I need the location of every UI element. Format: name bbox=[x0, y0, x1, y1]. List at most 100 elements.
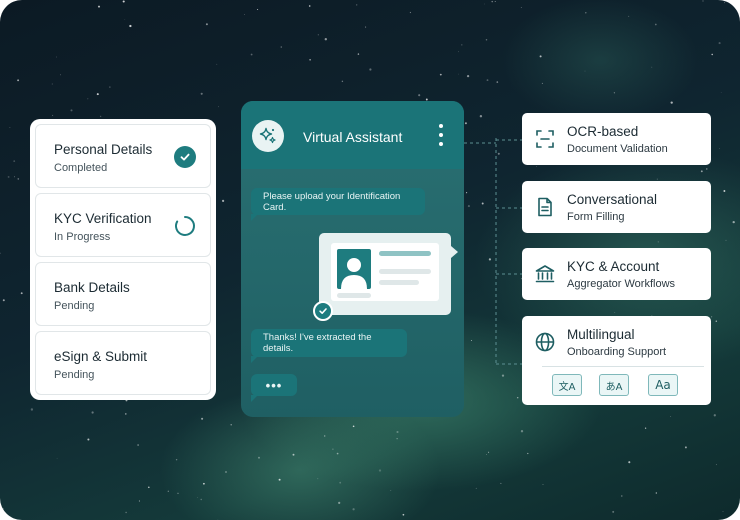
star-dot bbox=[655, 492, 657, 494]
step-title: eSign & Submit bbox=[54, 349, 148, 364]
star-dot bbox=[500, 482, 502, 484]
star-dot bbox=[258, 456, 260, 459]
step-status: Pending bbox=[54, 369, 95, 381]
message-text: Please upload your Identification Card. bbox=[263, 190, 401, 213]
star-dot bbox=[138, 500, 140, 502]
star-dot bbox=[711, 53, 713, 56]
star-dot bbox=[496, 81, 499, 83]
star-dot bbox=[715, 464, 717, 466]
more-options-icon[interactable] bbox=[437, 124, 445, 146]
completed-check-icon bbox=[174, 146, 196, 168]
star-dot bbox=[439, 73, 442, 76]
star-dot bbox=[98, 5, 100, 8]
star-dot bbox=[221, 199, 225, 203]
star-dot bbox=[137, 444, 139, 446]
step-title: KYC Verification bbox=[54, 211, 152, 226]
star-dot bbox=[466, 74, 470, 78]
star-dot bbox=[527, 452, 529, 455]
star-dot bbox=[323, 435, 326, 437]
feature-subtitle: Onboarding Support bbox=[567, 346, 667, 358]
star-dot bbox=[365, 26, 367, 28]
id-card-face bbox=[331, 243, 439, 301]
star-dot bbox=[621, 495, 623, 497]
star-dot bbox=[20, 292, 23, 295]
typing-indicator: ••• bbox=[251, 374, 297, 402]
star-dot bbox=[51, 83, 53, 85]
language-options: 文A あA Aa bbox=[550, 374, 680, 396]
step-kyc-verification[interactable]: KYC Verification In Progress bbox=[35, 193, 211, 257]
star-dot bbox=[409, 11, 411, 14]
star-dot bbox=[613, 92, 616, 94]
star-dot bbox=[317, 478, 319, 480]
star-dot bbox=[612, 510, 615, 513]
feature-title: Conversational bbox=[567, 192, 658, 207]
onboarding-steps-panel: Personal Details Completed KYC Verificat… bbox=[30, 119, 216, 400]
star-dot bbox=[719, 148, 720, 149]
scan-icon bbox=[534, 128, 556, 150]
star-dot bbox=[541, 82, 543, 84]
star-dot bbox=[670, 416, 672, 417]
star-dot bbox=[706, 168, 708, 170]
connector-lines bbox=[464, 138, 522, 365]
star-dot bbox=[55, 56, 57, 58]
font-case-icon[interactable]: Aa bbox=[648, 374, 678, 396]
feature-subtitle: Document Validation bbox=[567, 143, 668, 155]
globe-icon bbox=[534, 331, 556, 353]
star-dot bbox=[491, 0, 493, 3]
step-title: Personal Details bbox=[54, 142, 153, 157]
translate-icon[interactable]: 文A bbox=[552, 374, 582, 396]
star-dot bbox=[628, 461, 631, 464]
star-dot bbox=[700, 170, 703, 173]
star-dot bbox=[7, 175, 10, 178]
star-dot bbox=[336, 452, 339, 455]
message-text: Thanks! I've extracted the details. bbox=[263, 332, 372, 354]
star-dot bbox=[147, 486, 150, 489]
id-text-line bbox=[379, 280, 419, 285]
star-dot bbox=[458, 73, 459, 75]
star-dot bbox=[250, 53, 253, 56]
star-dot bbox=[479, 115, 483, 118]
star-dot bbox=[177, 492, 179, 494]
step-esign-submit[interactable]: eSign & Submit Pending bbox=[35, 331, 211, 395]
star-dot bbox=[60, 74, 61, 76]
star-dot bbox=[657, 241, 659, 243]
id-text-line bbox=[337, 293, 371, 298]
id-text-line bbox=[379, 269, 431, 274]
star-dot bbox=[205, 23, 208, 26]
star-dot bbox=[656, 178, 658, 180]
star-dot bbox=[216, 63, 218, 65]
star-dot bbox=[0, 252, 1, 255]
star-dot bbox=[369, 68, 372, 71]
star-dot bbox=[201, 417, 204, 420]
star-dot bbox=[70, 109, 73, 112]
star-dot bbox=[396, 438, 398, 440]
star-dot bbox=[396, 430, 399, 434]
star-dot bbox=[9, 127, 11, 129]
star-dot bbox=[167, 490, 169, 492]
feature-multilingual: Multilingual Onboarding Support 文A あA Aa bbox=[522, 316, 711, 405]
star-dot bbox=[536, 166, 537, 167]
star-dot bbox=[280, 46, 283, 48]
star-dot bbox=[1, 507, 4, 510]
star-dot bbox=[475, 487, 477, 489]
assistant-message: Please upload your Identification Card. bbox=[251, 188, 425, 221]
star-dot bbox=[723, 190, 726, 192]
step-bank-details[interactable]: Bank Details Pending bbox=[35, 262, 211, 326]
uploaded-id-card bbox=[319, 233, 458, 315]
star-dot bbox=[464, 122, 467, 125]
star-dot bbox=[732, 220, 735, 224]
feature-title: OCR-based bbox=[567, 124, 639, 139]
hiragana-translate-icon[interactable]: あA bbox=[599, 374, 629, 396]
star-dot bbox=[718, 42, 721, 45]
star-dot bbox=[711, 316, 713, 318]
feature-title: Multilingual bbox=[567, 327, 635, 342]
star-dot bbox=[488, 451, 490, 453]
star-dot bbox=[341, 80, 344, 83]
star-dot bbox=[218, 106, 220, 108]
step-personal-details[interactable]: Personal Details Completed bbox=[35, 124, 211, 188]
star-dot bbox=[485, 39, 488, 41]
star-dot bbox=[458, 51, 459, 53]
star-dot bbox=[542, 484, 544, 485]
star-dot bbox=[724, 2, 725, 4]
star-dot bbox=[292, 453, 295, 456]
